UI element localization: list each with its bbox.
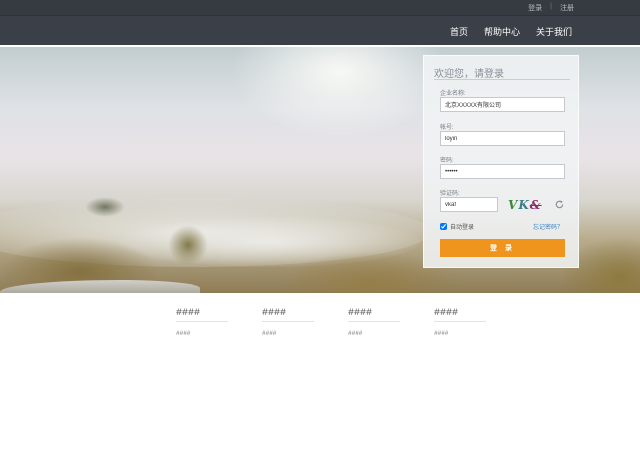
main-navbar: 首页 帮助中心 关于我们 <box>0 15 640 45</box>
password-label: 密码: <box>440 158 454 164</box>
hero-shrub <box>85 197 125 217</box>
auth-links: 登录 | 注册 <box>528 3 574 13</box>
footer-column-heading: #### <box>348 308 400 322</box>
account-input[interactable] <box>440 131 565 146</box>
footer-column: #### #### <box>434 308 486 337</box>
nav-item-help-center[interactable]: 帮助中心 <box>484 25 520 38</box>
nav-menu: 首页 帮助中心 关于我们 <box>450 25 572 38</box>
footer-column-heading: #### <box>176 308 228 322</box>
link-separator: | <box>550 3 552 10</box>
captcha-input[interactable] <box>440 197 498 212</box>
login-button[interactable]: 登 录 <box>440 239 565 257</box>
captcha-char: & <box>529 198 542 212</box>
nav-item-about-us[interactable]: 关于我们 <box>536 25 572 38</box>
footer-column-text[interactable]: #### <box>348 330 400 337</box>
footer-column-text[interactable]: #### <box>434 330 486 337</box>
footer-column-heading: #### <box>262 308 314 322</box>
login-panel: 欢迎您，请登录 企业名称: 帐号: 密码: 验证码: V K & 自动登录 忘记… <box>423 55 579 268</box>
nav-item-home[interactable]: 首页 <box>450 25 468 38</box>
captcha-label: 验证码: <box>440 191 460 197</box>
captcha-image[interactable]: V K & <box>508 197 544 213</box>
company-label: 企业名称: <box>440 91 466 97</box>
register-link[interactable]: 注册 <box>560 3 574 13</box>
auto-login-checkbox[interactable] <box>440 223 447 230</box>
login-title: 欢迎您，请登录 <box>434 69 504 80</box>
footer-columns: #### #### #### #### #### #### #### #### <box>176 308 486 337</box>
title-divider <box>434 79 570 80</box>
footer-column-heading: #### <box>434 308 486 322</box>
auto-login-label: 自动登录 <box>450 225 475 231</box>
company-input[interactable] <box>440 97 565 112</box>
password-input[interactable] <box>440 164 565 179</box>
hero-shrub <box>168 225 208 265</box>
footer-column-text[interactable]: #### <box>176 330 228 337</box>
footer-column: #### #### <box>348 308 400 337</box>
footer-column: #### #### <box>176 308 228 337</box>
footer-column-text[interactable]: #### <box>262 330 314 337</box>
captcha-char: V <box>508 198 519 212</box>
hero-glow <box>230 47 450 137</box>
footer-column: #### #### <box>262 308 314 337</box>
top-utility-bar: 登录 | 注册 <box>0 0 640 15</box>
captcha-char: K <box>518 198 530 212</box>
auto-login-option[interactable]: 自动登录 <box>440 222 474 231</box>
login-link[interactable]: 登录 <box>528 3 542 13</box>
account-label: 帐号: <box>440 125 454 131</box>
forgot-password-link[interactable]: 忘记密码？ <box>533 222 563 231</box>
refresh-icon[interactable] <box>554 199 565 210</box>
